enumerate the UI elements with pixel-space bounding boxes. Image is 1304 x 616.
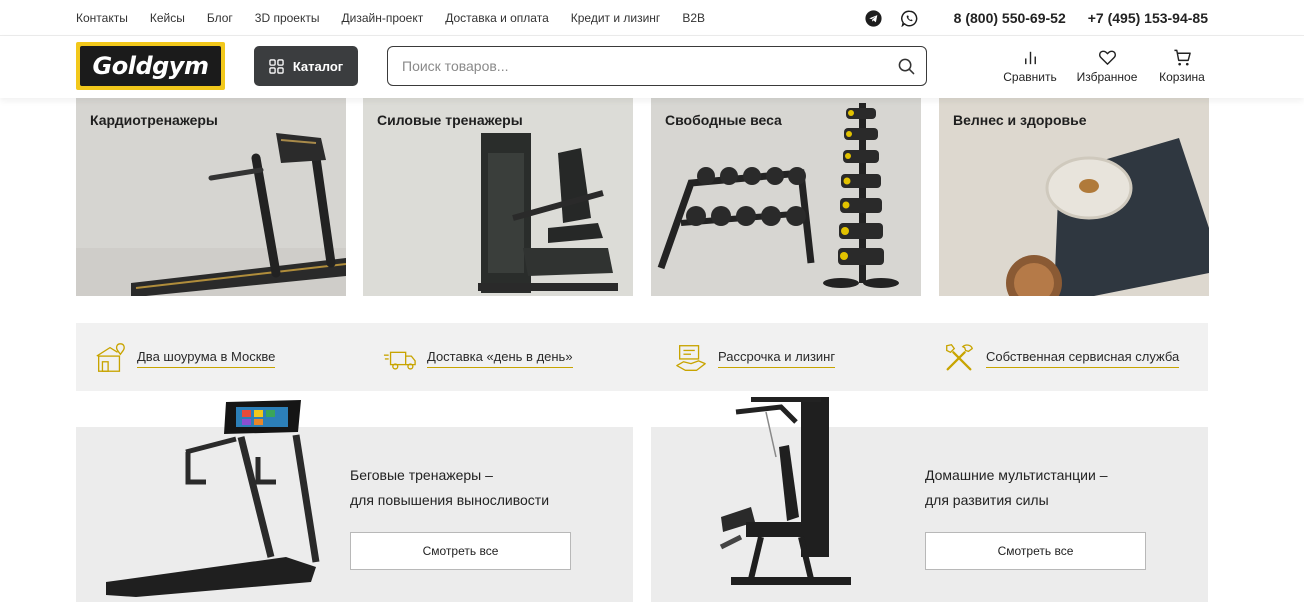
whatsapp-icon[interactable] xyxy=(901,10,918,27)
nav-link-cases[interactable]: Кейсы xyxy=(150,11,185,25)
telegram-icon[interactable] xyxy=(865,10,882,27)
promo-multistations: Домашние мультистанции – для развития си… xyxy=(651,397,1208,602)
catalog-label: Каталог xyxy=(292,58,344,74)
top-bar: Контакты Кейсы Блог 3D проекты Дизайн-пр… xyxy=(0,0,1304,36)
benefit-service[interactable]: Собственная сервисная служба xyxy=(942,341,1180,375)
nav-link-contacts[interactable]: Контакты xyxy=(76,11,128,25)
search-box xyxy=(387,46,927,86)
category-strength[interactable]: Силовые тренажеры xyxy=(363,98,633,296)
nav-link-3d-projects[interactable]: 3D проекты xyxy=(255,11,320,25)
category-title: Силовые тренажеры xyxy=(377,112,523,128)
cart-button[interactable]: Корзина xyxy=(1154,48,1210,84)
promo-treadmills: Беговые тренажеры – для повышения выносл… xyxy=(76,400,633,602)
promo-text: Домашние мультистанции – для развития си… xyxy=(925,463,1107,513)
benefit-label: Рассрочка и лизинг xyxy=(718,349,836,368)
nav-link-credit[interactable]: Кредит и лизинг xyxy=(571,11,661,25)
nav-link-design-project[interactable]: Дизайн-проект xyxy=(341,11,423,25)
category-title: Велнес и здоровье xyxy=(953,112,1087,128)
benefit-delivery[interactable]: Доставка «день в день» xyxy=(383,341,573,375)
site-header: Goldgym Каталог Сравнить xyxy=(0,36,1304,98)
cart-icon xyxy=(1173,49,1191,66)
compare-button[interactable]: Сравнить xyxy=(1000,48,1060,84)
category-wellness[interactable]: Велнес и здоровье xyxy=(939,98,1209,296)
promo-line2: для развития силы xyxy=(925,492,1049,508)
favorites-label: Избранное xyxy=(1076,70,1138,84)
header-actions: Сравнить Избранное Корзина xyxy=(1000,48,1210,84)
service-tools-icon xyxy=(946,344,973,371)
promo-text: Беговые тренажеры – для повышения выносл… xyxy=(350,463,549,513)
promo-line1: Беговые тренажеры – xyxy=(350,467,493,483)
search-input[interactable] xyxy=(388,47,878,85)
logo-plate: Goldgym xyxy=(80,46,221,86)
category-cardio[interactable]: Кардиотренажеры xyxy=(76,98,346,296)
search-icon[interactable] xyxy=(898,58,915,75)
social-links xyxy=(865,10,918,27)
phone-numbers: 8 (800) 550-69-52 +7 (495) 153-94-85 xyxy=(954,10,1208,26)
multistation-product-image xyxy=(719,397,851,585)
top-navigation: Контакты Кейсы Блог 3D проекты Дизайн-пр… xyxy=(76,11,705,25)
nav-link-blog[interactable]: Блог xyxy=(207,11,233,25)
catalog-button[interactable]: Каталог xyxy=(254,46,358,86)
benefit-label: Два шоурума в Москве xyxy=(137,349,276,368)
favorites-button[interactable]: Избранное xyxy=(1072,48,1142,84)
category-title: Свободные веса xyxy=(665,112,782,128)
promo-line1: Домашние мультистанции – xyxy=(925,467,1108,483)
benefit-installment[interactable]: Рассрочка и лизинг xyxy=(674,341,836,375)
installment-icon xyxy=(676,345,706,371)
category-free-weights[interactable]: Свободные веса xyxy=(651,98,921,296)
treadmill-product-image xyxy=(106,400,320,597)
showroom-icon xyxy=(96,343,125,372)
category-tiles: Кардиотренажеры Силовые тренажеры Свобод… xyxy=(76,98,1209,296)
benefit-label: Доставка «день в день» xyxy=(427,349,573,368)
compare-label: Сравнить xyxy=(1003,70,1057,84)
benefits-bar: Два шоурума в Москве Доставка «день в де… xyxy=(76,323,1208,391)
nav-link-b2b[interactable]: B2B xyxy=(682,11,705,25)
delivery-truck-icon xyxy=(383,351,416,370)
compare-icon xyxy=(1024,51,1036,65)
benefit-showrooms[interactable]: Два шоурума в Москве xyxy=(93,341,276,375)
cart-label: Корзина xyxy=(1159,70,1205,84)
view-all-button[interactable]: Смотреть все xyxy=(350,532,571,570)
heart-icon xyxy=(1098,50,1116,65)
nav-link-delivery[interactable]: Доставка и оплата xyxy=(445,11,549,25)
logo-text: Goldgym xyxy=(92,52,209,80)
logo[interactable]: Goldgym xyxy=(76,42,225,90)
promo-line2: для повышения выносливости xyxy=(350,492,550,508)
category-title: Кардиотренажеры xyxy=(90,112,218,128)
grid-icon xyxy=(269,58,284,74)
view-all-button[interactable]: Смотреть все xyxy=(925,532,1146,570)
benefit-label: Собственная сервисная служба xyxy=(986,349,1180,368)
phone-800[interactable]: 8 (800) 550-69-52 xyxy=(954,10,1066,26)
phone-495[interactable]: +7 (495) 153-94-85 xyxy=(1088,10,1208,26)
